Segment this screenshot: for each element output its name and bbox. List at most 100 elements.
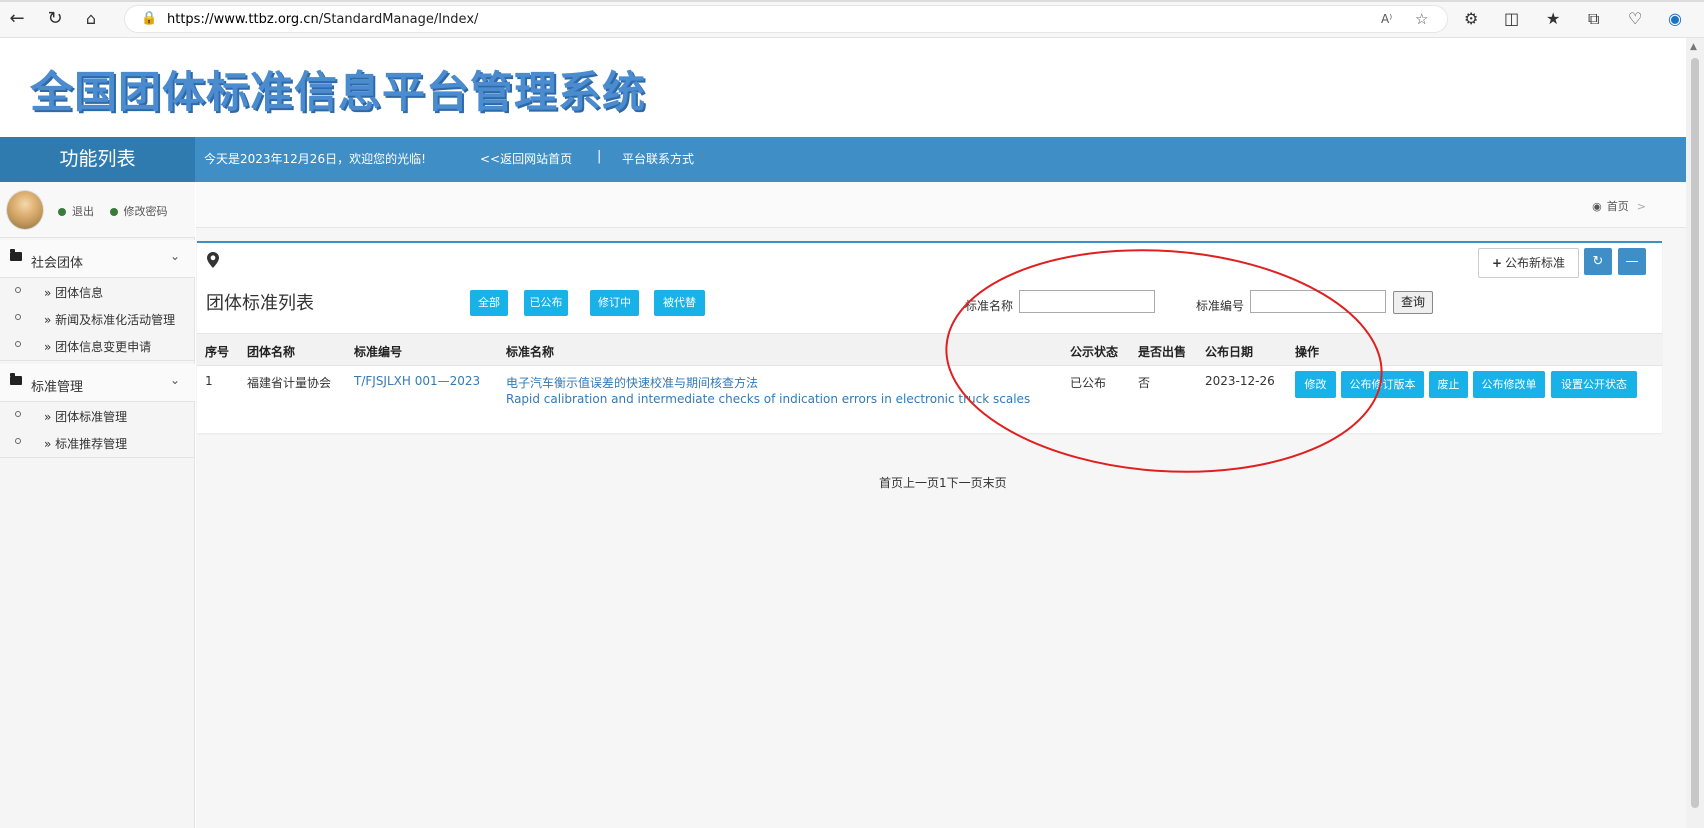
col-code: 标准编号	[354, 345, 403, 359]
read-aloud-icon[interactable]: A⁾	[1381, 12, 1392, 26]
sidebar: 退出 修改密码 社会团体 ⌄ » 团体信息 » 新闻及标准化活动管理 » 团体信…	[0, 182, 195, 828]
user-links: 退出 修改密码	[58, 203, 180, 219]
sidebar-item-news-activities[interactable]: » 新闻及标准化活动管理	[0, 305, 195, 332]
breadcrumb-bar: ◉ 首页 >	[196, 182, 1686, 228]
sidebar-item-standard-mgmt[interactable]: » 团体标准管理	[0, 402, 195, 429]
abolish-button[interactable]: 废止	[1429, 371, 1468, 398]
favorite-star-icon[interactable]: ☆	[1415, 10, 1428, 28]
favorites-icon[interactable]: ★	[1546, 9, 1560, 28]
back-arrow-icon[interactable]: ←	[6, 8, 28, 30]
sidebar-item-label: » 标准推荐管理	[44, 437, 128, 451]
breadcrumb-home[interactable]: 首页	[1607, 200, 1629, 213]
address-bar[interactable]: 🔒 https://www.ttbz.org.cn/StandardManage…	[124, 5, 1448, 33]
tab-strip-edge	[0, 0, 1704, 2]
page-scrollbar[interactable]: ▲	[1686, 38, 1704, 828]
widget-title: 团体标准列表	[206, 293, 314, 314]
row-date: 2023-12-26	[1205, 374, 1275, 388]
split-screen-icon[interactable]: ◫	[1504, 9, 1519, 28]
url-path: /StandardManage/Index/	[318, 12, 479, 27]
row-org: 福建省计量协会	[247, 376, 332, 390]
row-name-en-link[interactable]: Rapid calibration and intermediate check…	[506, 392, 1030, 406]
welcome-text: 今天是2023年12月26日，欢迎您的光临!	[204, 152, 426, 166]
row-name-cn-link[interactable]: 电子汽车衡示值误差的快速校准与期间核查方法	[506, 374, 758, 391]
col-org: 团体名称	[247, 345, 296, 359]
sidebar-item-label: » 团体信息变更申请	[44, 340, 152, 354]
row-code-link[interactable]: T/FJSJLXH 001—2023	[354, 374, 480, 388]
filter-replaced-button[interactable]: 被代替	[654, 290, 705, 316]
row-for-sale: 否	[1138, 376, 1151, 390]
col-for-sale: 是否出售	[1138, 345, 1187, 359]
standard-code-label: 标准编号	[1196, 299, 1245, 313]
sidebar-group-standard-mgmt[interactable]: 标准管理 ⌄	[0, 364, 195, 402]
url-text[interactable]: https://www.ttbz.org.cn/StandardManage/I…	[167, 12, 478, 27]
dashboard-icon: ◉	[1592, 200, 1602, 213]
filter-revising-button[interactable]: 修订中	[590, 290, 639, 316]
url-host: https://www.ttbz.org.cn	[167, 12, 319, 27]
query-button[interactable]: 查询	[1393, 291, 1433, 314]
change-password-link[interactable]: 修改密码	[124, 205, 168, 218]
status-dot-icon	[58, 208, 66, 216]
bullet-icon	[15, 287, 21, 293]
refresh-widget-icon[interactable]: ↻	[1584, 248, 1612, 275]
site-title: 全国团体标准信息平台管理系统	[30, 68, 646, 118]
filter-all-button[interactable]: 全部	[470, 290, 508, 316]
avatar	[6, 190, 44, 230]
extensions-icon[interactable]: ⚙	[1464, 9, 1478, 28]
map-pin-icon	[207, 252, 219, 268]
col-index: 序号	[205, 345, 230, 359]
main-content: ◉ 首页 > 团体标准列表 全部 已公布 修订中 被代替 标准名称 标准编号 查询 …	[196, 182, 1686, 828]
edge-copilot-icon[interactable]: ◉	[1668, 9, 1682, 28]
chevron-down-icon: ⌄	[170, 249, 181, 263]
back-to-site-link[interactable]: <<返回网站首页	[480, 150, 572, 167]
top-navigation: 功能列表 今天是2023年12月26日，欢迎您的光临! <<返回网站首页 | 平…	[0, 137, 1686, 182]
sidebar-group-label: 标准管理	[31, 380, 84, 395]
function-list-title: 功能列表	[0, 137, 195, 182]
refresh-icon[interactable]: ↻	[44, 8, 66, 30]
folder-icon	[10, 373, 22, 385]
scrollbar-thumb[interactable]	[1691, 58, 1699, 808]
pagination[interactable]: 首页上一页1下一页末页	[879, 474, 1007, 491]
publish-revision-button[interactable]: 公布修订版本	[1341, 371, 1424, 398]
folder-icon	[10, 249, 22, 261]
publish-new-standard-button[interactable]: + 公布新标准	[1478, 248, 1579, 278]
page: 全国团体标准信息平台管理系统 功能列表 今天是2023年12月26日，欢迎您的光…	[0, 38, 1686, 828]
plus-icon: +	[1491, 256, 1503, 270]
logout-link[interactable]: 退出	[72, 205, 94, 218]
edit-button[interactable]: 修改	[1295, 371, 1336, 398]
set-public-status-button[interactable]: 设置公开状态	[1551, 371, 1637, 398]
row-status: 已公布	[1070, 376, 1107, 390]
home-icon[interactable]: ⌂	[80, 8, 102, 30]
publish-amendment-button[interactable]: 公布修改单	[1473, 371, 1545, 398]
standard-name-input[interactable]	[1019, 290, 1155, 313]
table-header: 序号 团体名称 标准编号 标准名称 公示状态 是否出售 公布日期 操作	[197, 333, 1662, 366]
contact-link[interactable]: 平台联系方式	[622, 150, 694, 167]
nav-separator: |	[597, 149, 602, 164]
user-panel: 退出 修改密码	[0, 182, 195, 238]
bullet-icon	[15, 314, 21, 320]
sidebar-group-social-org[interactable]: 社会团体 ⌄	[0, 240, 195, 278]
sidebar-item-org-info[interactable]: » 团体信息	[0, 278, 195, 305]
browser-essentials-icon[interactable]: ♡	[1628, 9, 1642, 28]
standard-code-input[interactable]	[1250, 290, 1386, 313]
sidebar-group-label: 社会团体	[31, 256, 84, 271]
breadcrumb: ◉ 首页 >	[1592, 198, 1646, 214]
standards-list-widget: 团体标准列表 全部 已公布 修订中 被代替 标准名称 标准编号 查询 + 公布新标…	[197, 241, 1662, 433]
bullet-icon	[15, 341, 21, 347]
site-header: 全国团体标准信息平台管理系统	[0, 38, 1686, 137]
breadcrumb-arrow: >	[1636, 200, 1646, 213]
lock-icon: 🔒	[141, 11, 158, 26]
collapse-minus-icon[interactable]: —	[1618, 248, 1646, 275]
filter-published-button[interactable]: 已公布	[524, 290, 568, 316]
chevron-down-icon: ⌄	[170, 373, 181, 387]
bullet-icon	[15, 411, 21, 417]
sidebar-divider	[0, 360, 195, 361]
collections-icon[interactable]: ⧉	[1588, 9, 1599, 29]
col-actions: 操作	[1295, 345, 1320, 359]
sidebar-item-label: » 团体标准管理	[44, 410, 128, 424]
scroll-up-arrow-icon[interactable]: ▲	[1690, 42, 1697, 52]
col-date: 公布日期	[1205, 345, 1254, 359]
row-index: 1	[205, 374, 213, 388]
standard-name-label: 标准名称	[965, 299, 1014, 313]
sidebar-item-recommend-mgmt[interactable]: » 标准推荐管理	[0, 429, 195, 456]
sidebar-item-info-change[interactable]: » 团体信息变更申请	[0, 332, 195, 359]
